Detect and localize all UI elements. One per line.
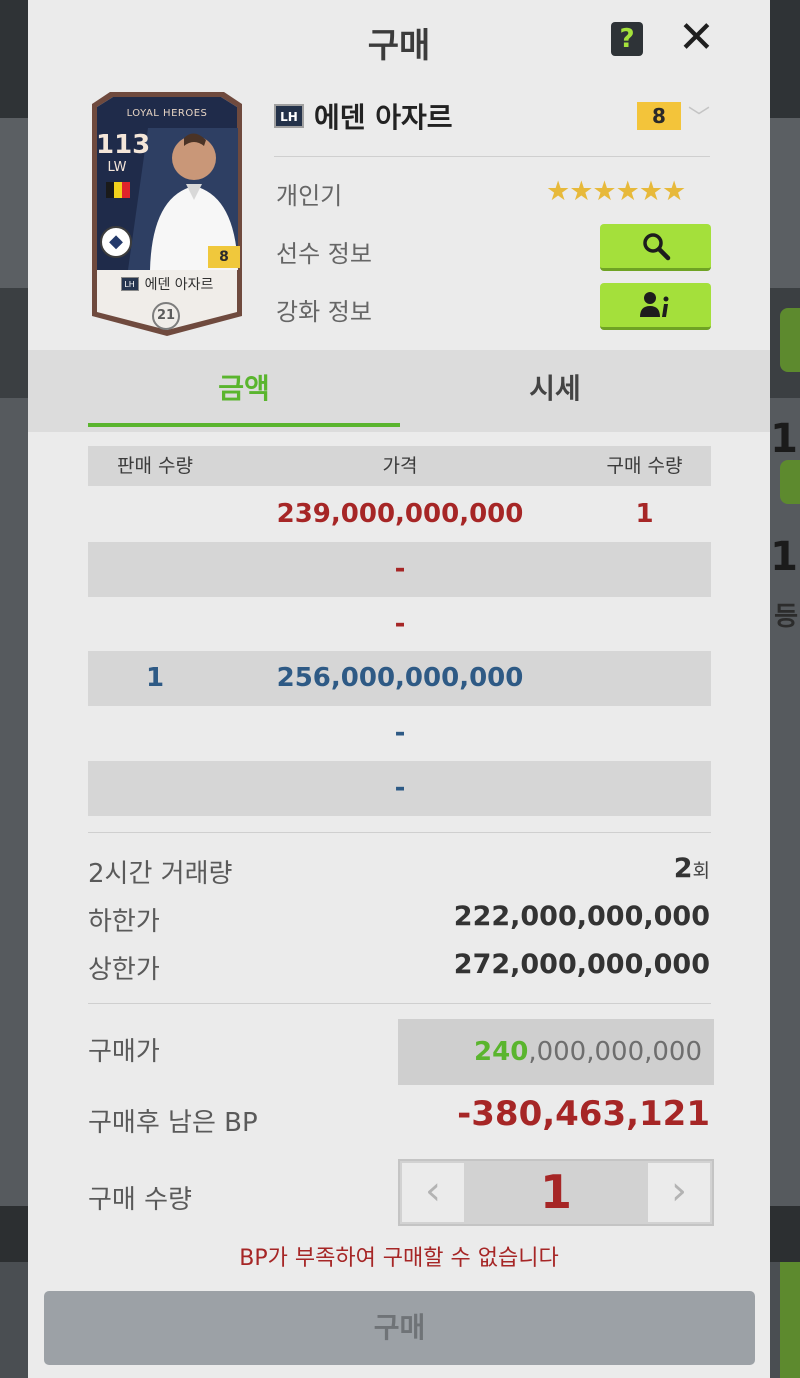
table-row[interactable]: 1 256,000,000,000	[88, 651, 711, 706]
buy-button[interactable]: 구매	[44, 1291, 755, 1365]
card-position: LW	[107, 160, 127, 175]
background-green-button	[780, 460, 800, 504]
player-name: 에덴 아자르	[314, 101, 453, 134]
table-row[interactable]: -	[88, 761, 711, 816]
table-row[interactable]: -	[88, 542, 711, 597]
table-row[interactable]: -	[88, 597, 711, 652]
player-info-button[interactable]	[600, 224, 711, 271]
popularity-label: 개인기	[276, 182, 343, 210]
volume-value: 2	[673, 853, 693, 884]
buy-price-rest: ,000,000,000	[528, 1037, 702, 1067]
min-price-value: 222,000,000,000	[453, 901, 710, 932]
buy-price-input[interactable]: 240,000,000,000	[398, 1019, 714, 1085]
background-digit: 1	[770, 416, 798, 462]
card-name-row: LH 에덴 아자르	[88, 274, 246, 294]
max-price-value: 272,000,000,000	[453, 949, 710, 980]
buy-price-label: 구매가	[88, 1037, 160, 1067]
background-digit: 1	[770, 534, 798, 580]
tab-price[interactable]: 금액	[88, 350, 400, 432]
min-price-label: 하한가	[88, 907, 160, 937]
background-green-button	[780, 1262, 800, 1378]
card-overall-rating: 113	[96, 130, 151, 160]
chevron-right-icon[interactable]: ›	[648, 1163, 710, 1222]
buy-qty-label: 구매 수량	[88, 1185, 192, 1215]
player-card-frame	[92, 92, 242, 336]
club-crest-icon: ◆	[100, 226, 132, 258]
lh-badge-icon: LH	[274, 104, 304, 128]
card-series-label: LOYAL HEROES	[126, 108, 208, 119]
quantity-value: 1	[539, 1165, 572, 1219]
card-season-icon: 21	[152, 302, 180, 330]
search-icon	[642, 233, 670, 261]
header-sell-qty: 판매 수량	[117, 455, 193, 477]
player-info-label: 선수 정보	[276, 240, 372, 268]
card-level-badge: 8	[208, 246, 240, 268]
level-selector[interactable]: 8	[637, 102, 681, 130]
insufficient-bp-warning: BP가 부족하여 구매할 수 없습니다	[239, 1246, 559, 1271]
divider	[274, 156, 710, 157]
table-row[interactable]: -	[88, 706, 711, 761]
belgium-flag-icon	[106, 182, 130, 198]
volume-unit: 회	[692, 860, 710, 882]
buy-price-highlight: 240	[474, 1037, 529, 1067]
price-cell: -	[394, 609, 406, 639]
enhance-info-button[interactable]	[600, 283, 711, 330]
active-tab-indicator	[88, 423, 400, 427]
player-name-row: LH 에덴 아자르	[274, 96, 453, 136]
quantity-stepper: ‹ 1 ›	[398, 1159, 714, 1226]
card-player-name: 에덴 아자르	[144, 277, 214, 293]
header-price: 가격	[382, 455, 418, 477]
max-price-label: 상한가	[88, 955, 160, 985]
close-icon[interactable]: ✕	[678, 16, 715, 60]
price-cell: 239,000,000,000	[276, 499, 524, 529]
question-icon[interactable]: ?	[611, 22, 643, 56]
table-row[interactable]: 239,000,000,000 1	[88, 487, 711, 542]
price-cell: 256,000,000,000	[276, 663, 524, 693]
tab-market[interactable]: 시세	[400, 350, 710, 432]
tab-bar: 금액 시세	[28, 350, 770, 432]
lh-badge-icon: LH	[120, 277, 139, 291]
user-info-icon	[639, 292, 668, 317]
modal-title: 구매	[367, 26, 431, 66]
remaining-bp-label: 구매후 남은 BP	[88, 1108, 258, 1138]
player-card: LOYAL HEROES 113 LW ◆ 8 LH 에덴 아자르 21	[88, 88, 246, 338]
price-cell: -	[394, 718, 406, 748]
chevron-down-icon[interactable]: ﹀	[688, 100, 710, 132]
divider	[88, 832, 711, 833]
chevron-left-icon[interactable]: ‹	[402, 1163, 464, 1222]
background-text: 등	[774, 602, 798, 632]
star-rating: ★★★★★★	[546, 176, 686, 207]
enhance-info-label: 강화 정보	[276, 298, 372, 326]
volume-label: 2시간 거래량	[88, 859, 233, 889]
price-cell: -	[394, 554, 406, 584]
volume-value-row: 2회	[674, 853, 710, 884]
purchase-modal: 구매 ? ✕ LOYAL HEROES 113 LW ◆ 8 LH 에덴 아자르…	[28, 0, 770, 1378]
table-header: 판매 수량 가격 구매 수량	[88, 446, 711, 486]
background-green-button	[780, 308, 800, 372]
buy-qty-cell: 1	[635, 499, 654, 529]
price-cell: -	[394, 773, 406, 803]
divider	[88, 1003, 711, 1004]
remaining-bp-value: -380,463,121	[457, 1094, 710, 1134]
header-buy-qty: 구매 수량	[606, 455, 683, 477]
sell-qty-cell: 1	[145, 663, 165, 693]
